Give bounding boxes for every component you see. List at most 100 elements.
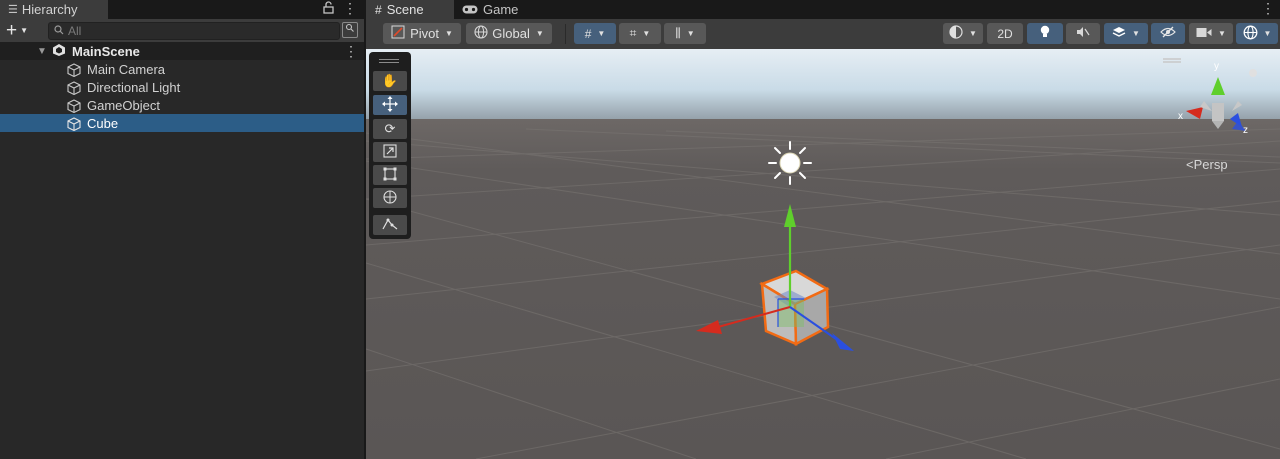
effects-dropdown[interactable]: ▼	[1104, 23, 1148, 44]
pivot-dropdown[interactable]: Pivot ▼	[383, 23, 461, 44]
audio-mute-icon	[1076, 26, 1090, 41]
list-item-label: GameObject	[87, 97, 160, 113]
gizmo-globe-icon	[1243, 25, 1258, 43]
pivot-label: Pivot	[410, 26, 439, 41]
move-icon	[382, 95, 398, 115]
scene-root-row[interactable]: ▼ MainScene ⋮	[0, 42, 364, 60]
grid-snap-icon: #	[584, 26, 592, 41]
palette-grip[interactable]	[379, 62, 399, 63]
move-tool-button[interactable]	[373, 95, 407, 115]
eye-hidden-icon	[1160, 26, 1176, 41]
tab-scene[interactable]: # Scene	[366, 0, 454, 19]
gizmo-x-label: x	[1178, 111, 1183, 122]
scene-name: MainScene	[72, 43, 140, 59]
list-item-label: Main Camera	[87, 61, 166, 77]
hand-icon: ✋	[381, 73, 399, 88]
lighting-toggle[interactable]	[1027, 23, 1063, 44]
list-item[interactable]: Main Camera	[0, 60, 364, 78]
2d-mode-label: 2D	[997, 26, 1013, 41]
hand-tool-button[interactable]: ✋	[373, 71, 407, 91]
rect-tool-button[interactable]	[373, 165, 407, 185]
globe-icon	[474, 25, 488, 42]
grid-icon: #	[375, 2, 382, 17]
layers-effects-icon	[1112, 26, 1126, 41]
tab-hierarchy[interactable]: ☰ Hierarchy	[0, 0, 108, 19]
palette-grip[interactable]	[379, 59, 399, 60]
add-object-button[interactable]: + ▼	[4, 21, 38, 40]
2d-mode-toggle[interactable]: 2D	[987, 23, 1023, 44]
scene-toolbar: Pivot ▼ Global ▼ # ▼ ⌗ ▼ ⫼ ▼ ▼ 2D ▼ ▼ ▼	[366, 19, 1280, 49]
pivot-icon	[391, 25, 405, 42]
lightbulb-icon	[1039, 25, 1051, 42]
fold-arrow-icon[interactable]: ▼	[37, 46, 47, 57]
chevron-down-icon: ▼	[642, 29, 651, 38]
transform-tool-button[interactable]	[373, 188, 407, 208]
global-label: Global	[492, 26, 530, 41]
custom-editor-tool-button[interactable]	[373, 215, 407, 235]
rotate-icon: ⟳	[384, 121, 396, 136]
ruler-icon: ⫼	[675, 26, 681, 40]
scene-visibility-toggle[interactable]	[1151, 23, 1185, 44]
chevron-down-icon: ▼	[20, 26, 29, 35]
chevron-down-icon: ▼	[686, 29, 695, 38]
grid-visibility-dropdown[interactable]: ⫼ ▼	[664, 23, 706, 44]
scene-canvas[interactable]: x y z	[366, 49, 1280, 459]
lock-icon[interactable]	[323, 1, 334, 17]
rect-transform-icon	[383, 167, 397, 184]
tool-palette: ✋ ⟳	[369, 52, 411, 239]
tab-game[interactable]: Game	[462, 0, 532, 19]
scene-viewport[interactable]: x y z ✋ ⟳ <Persp	[366, 49, 1280, 459]
list-item[interactable]: GameObject	[0, 96, 364, 114]
gizmo-y-label: y	[1214, 61, 1219, 72]
toolbar-separator	[565, 24, 566, 44]
chevron-down-icon: ▼	[444, 29, 453, 38]
perspective-icon: <	[1186, 157, 1194, 172]
draw-mode-dropdown[interactable]: ▼	[943, 23, 983, 44]
list-item[interactable]: Directional Light	[0, 78, 364, 96]
gizmo-z-label: z	[1243, 125, 1248, 136]
grid-snap-toggle[interactable]: # ▼	[574, 23, 616, 44]
transform-icon	[382, 189, 398, 208]
chevron-down-icon: ▼	[597, 29, 606, 38]
search-filter-icon[interactable]	[342, 22, 358, 38]
hierarchy-more-menu-icon[interactable]: ⋮	[343, 0, 357, 17]
rotate-tool-button[interactable]: ⟳	[373, 119, 407, 139]
global-dropdown[interactable]: Global ▼	[466, 23, 552, 44]
scene-panel: # Scene Game ⋮ Pivot ▼ Global ▼ # ▼ ⌗ ▼ …	[366, 0, 1280, 459]
chevron-down-icon: ▼	[535, 29, 544, 38]
list-icon: ☰	[8, 4, 18, 16]
unity-scene-icon	[52, 43, 66, 60]
hierarchy-search-input[interactable]	[68, 24, 308, 38]
hierarchy-tabstrip: ☰ Hierarchy ⋮	[0, 0, 364, 19]
gizmos-dropdown[interactable]: ▼	[1236, 23, 1278, 44]
projection-label: Persp	[1193, 157, 1228, 172]
camera-icon	[1196, 26, 1212, 41]
hierarchy-search	[48, 22, 340, 40]
plus-icon: +	[6, 20, 18, 41]
chevron-down-icon: ▼	[1263, 29, 1272, 38]
shading-mode-icon	[949, 25, 963, 42]
gamepad-icon	[462, 3, 478, 17]
hierarchy-panel: ☰ Hierarchy ⋮ + ▼ ▼ MainScene ⋮	[0, 0, 364, 459]
tab-hierarchy-label: Hierarchy	[21, 2, 78, 17]
gameobject-cube-icon	[67, 117, 81, 134]
camera-settings-dropdown[interactable]: ▼	[1189, 23, 1233, 44]
audio-toggle[interactable]	[1066, 23, 1100, 44]
scale-icon	[383, 143, 397, 161]
chevron-down-icon: ▼	[969, 29, 977, 38]
scene-more-menu-icon[interactable]: ⋮	[344, 43, 358, 60]
chevron-down-icon: ▼	[1218, 29, 1226, 38]
list-item-label: Cube	[87, 115, 119, 131]
projection-toggle[interactable]: <Persp	[1186, 157, 1228, 172]
tab-game-label: Game	[483, 2, 519, 17]
chevron-down-icon: ▼	[1132, 29, 1140, 38]
scale-tool-button[interactable]	[373, 142, 407, 162]
scene-more-menu-icon[interactable]: ⋮	[1261, 0, 1275, 17]
increment-snap-icon: ⌗	[629, 26, 637, 40]
list-item-selected[interactable]: Cube	[0, 114, 364, 132]
increment-snap-toggle[interactable]: ⌗ ▼	[619, 23, 661, 44]
directional-light-sun-icon[interactable]	[768, 141, 812, 185]
tab-scene-label: Scene	[386, 2, 424, 17]
scene-tabstrip: # Scene Game ⋮	[366, 0, 1280, 19]
custom-tool-icon	[382, 217, 398, 234]
